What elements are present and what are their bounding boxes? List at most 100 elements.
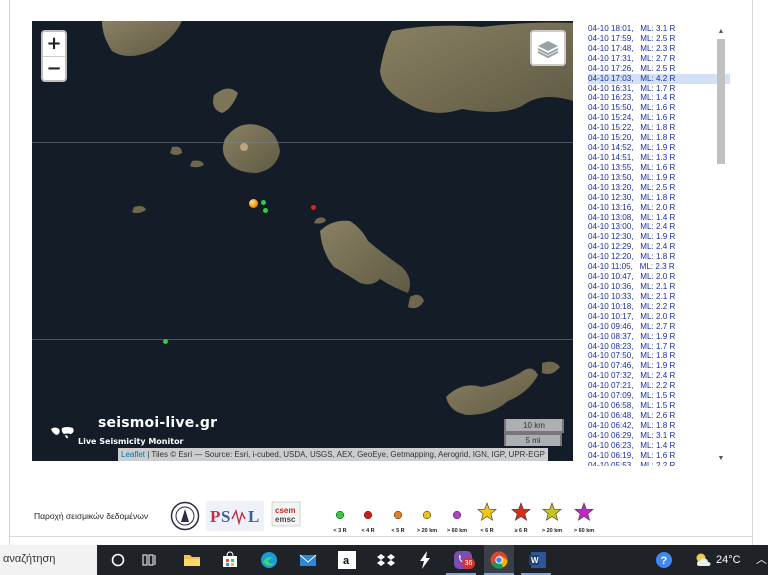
earthquake-marker-red[interactable] xyxy=(311,205,316,210)
zoom-out-button[interactable]: − xyxy=(43,56,65,80)
earthquake-list-item[interactable]: 04-10 11:05, ML: 2.3 R xyxy=(588,262,730,272)
earthquake-list-item[interactable]: 04-10 06:58, ML: 1.5 R xyxy=(588,401,730,411)
earthquake-list-item[interactable]: 04-10 07:46, ML: 1.9 R xyxy=(588,361,730,371)
mail-icon[interactable] xyxy=(298,550,318,570)
earthquake-list-item[interactable]: 04-10 15:20, ML: 1.8 R xyxy=(588,133,730,143)
cortana-icon[interactable] xyxy=(108,550,128,570)
earthquake-list-item[interactable]: 04-10 06:48, ML: 2.6 R xyxy=(588,411,730,421)
earthquake-list-item[interactable]: 04-10 08:37, ML: 1.9 R xyxy=(588,332,730,342)
dot-marker-icon xyxy=(452,510,462,520)
earthquake-list-item[interactable]: 04-10 06:23, ML: 1.4 R xyxy=(588,441,730,451)
chrome-icon[interactable] xyxy=(489,550,509,570)
earthquake-list-item[interactable]: 04-10 13:08, ML: 1.4 R xyxy=(588,213,730,223)
system-tray-chevron-icon[interactable]: ︿ xyxy=(756,551,767,567)
earthquake-list-item[interactable]: 04-10 10:47, ML: 2.0 R xyxy=(588,272,730,282)
earthquake-list-item[interactable]: 04-10 10:18, ML: 2.2 R xyxy=(588,302,730,312)
earthquake-list-item[interactable]: 04-10 15:50, ML: 1.6 R xyxy=(588,103,730,113)
earthquake-list-item[interactable]: 04-10 16:23, ML: 1.4 R xyxy=(588,93,730,103)
noa-logo[interactable] xyxy=(170,501,200,531)
legend-label: < 3 R xyxy=(333,528,347,534)
legend-item: < 4 R xyxy=(354,502,382,534)
earthquake-list-item[interactable]: 04-10 08:23, ML: 1.7 R xyxy=(588,342,730,352)
scroll-thumb[interactable] xyxy=(717,39,725,164)
psl-logo[interactable]: P S L xyxy=(206,501,264,531)
star-marker-icon xyxy=(542,502,562,521)
taskbar-search-box[interactable]: αναζήτηση xyxy=(0,545,97,575)
satellite-terrain xyxy=(102,21,573,415)
earthquake-list-item[interactable]: 04-10 12:30, ML: 1.8 R xyxy=(588,193,730,203)
earthquake-list-item[interactable]: 04-10 12:30, ML: 1.9 R xyxy=(588,232,730,242)
star-marker-icon xyxy=(574,502,594,521)
psl-logo-graphic: P S L xyxy=(210,507,259,526)
earthquake-list-item[interactable]: 04-10 06:42, ML: 1.8 R xyxy=(588,421,730,431)
svg-text:S: S xyxy=(221,507,230,526)
zoom-in-button[interactable]: + xyxy=(43,32,65,56)
earthquake-list-item[interactable]: 04-10 17:31, ML: 2.7 R xyxy=(588,54,730,64)
store-icon[interactable] xyxy=(220,550,240,570)
csem-emsc-logo[interactable]: csem emsc xyxy=(271,501,301,527)
svg-text:L: L xyxy=(248,507,259,526)
earthquake-list[interactable]: 04-10 18:01, ML: 3.1 R 04-10 17:59, ML: 2… xyxy=(588,24,730,466)
earthquake-list-item[interactable]: 04-10 16:31, ML: 1.7 R xyxy=(588,84,730,94)
star-marker-icon xyxy=(511,502,531,521)
earthquake-list-item[interactable]: 04-10 12:29, ML: 2.4 R xyxy=(588,242,730,252)
earthquake-marker-green[interactable] xyxy=(163,339,168,344)
seismic-map[interactable]: + − seismoi-live.gr Live Seismicity Moni… xyxy=(32,21,573,461)
star-marker-icon xyxy=(477,502,497,521)
earthquake-list-item[interactable]: 04-10 17:48, ML: 2.3 R xyxy=(588,44,730,54)
earthquake-list-item[interactable]: 04-10 17:26, ML: 2.5 R xyxy=(588,64,730,74)
earthquake-list-item[interactable]: 04-10 06:19, ML: 1.6 R xyxy=(588,451,730,461)
brand-subtitle: Live Seismicity Monitor xyxy=(78,437,184,446)
earthquake-marker-orange[interactable] xyxy=(249,199,258,208)
task-view-icon[interactable] xyxy=(140,550,160,570)
earthquake-list-item[interactable]: 04-10 17:59, ML: 2.5 R xyxy=(588,34,730,44)
earthquake-list-item[interactable]: 04-10 18:01, ML: 3.1 R xyxy=(588,24,730,34)
legend-item: > 20 km xyxy=(413,502,441,534)
layers-button[interactable] xyxy=(530,30,566,66)
earthquake-list-item[interactable]: 04-10 09:46, ML: 2.7 R xyxy=(588,322,730,332)
earthquake-list-item[interactable]: 04-10 06:29, ML: 3.1 R xyxy=(588,431,730,441)
word-icon[interactable]: W xyxy=(528,550,548,570)
svg-text:W: W xyxy=(531,556,539,565)
scroll-up-arrow-icon[interactable]: ▲ xyxy=(717,27,725,37)
legend-label: < 4 R xyxy=(361,528,375,534)
earthquake-list-item[interactable]: 04-10 15:22, ML: 1.8 R xyxy=(588,123,730,133)
windows-taskbar: αναζήτηση a 36 W ? 24°C ︿ xyxy=(0,545,768,575)
file-explorer-icon[interactable] xyxy=(182,550,202,570)
list-scrollbar[interactable]: ▲ ▼ xyxy=(716,27,726,464)
earthquake-list-item[interactable]: 04-10 17:03, ML: 4.2 R xyxy=(588,73,730,84)
taskbar-temperature[interactable]: 24°C xyxy=(716,554,741,566)
earthquake-list-item[interactable]: 04-10 07:21, ML: 2.2 R xyxy=(588,381,730,391)
earthquake-list-item[interactable]: 04-10 12:20, ML: 1.8 R xyxy=(588,252,730,262)
map-attribution: Leaflet | Tiles © Esri — Source: Esri, i… xyxy=(118,448,548,461)
earthquake-list-item[interactable]: 04-10 14:51, ML: 1.3 R xyxy=(588,153,730,163)
earthquake-list-item[interactable]: 04-10 05:53, ML: 2.2 R xyxy=(588,461,730,466)
bolt-icon[interactable] xyxy=(415,550,435,570)
earthquake-list-item[interactable]: 04-10 10:17, ML: 2.0 R xyxy=(588,312,730,322)
viber-badge: 36 xyxy=(462,558,475,569)
earthquake-list-item[interactable]: 04-10 13:50, ML: 1.9 R xyxy=(588,173,730,183)
dot-marker-icon xyxy=(393,510,403,520)
earthquake-list-item[interactable]: 04-10 13:55, ML: 1.6 R xyxy=(588,163,730,173)
earthquake-list-item[interactable]: 04-10 13:00, ML: 2.4 R xyxy=(588,222,730,232)
weather-icon[interactable] xyxy=(693,550,713,570)
edge-icon[interactable] xyxy=(259,550,279,570)
earthquake-list-item[interactable]: 04-10 15:24, ML: 1.6 R xyxy=(588,113,730,123)
earthquake-list-item[interactable]: 04-10 07:09, ML: 1.5 R xyxy=(588,391,730,401)
earthquake-list-item[interactable]: 04-10 13:20, ML: 2.5 R xyxy=(588,183,730,193)
dropbox-icon[interactable] xyxy=(376,550,396,570)
earthquake-list-item[interactable]: 04-10 14:52, ML: 1.9 R xyxy=(588,143,730,153)
earthquake-list-item[interactable]: 04-10 10:33, ML: 2.1 R xyxy=(588,292,730,302)
earthquake-list-item[interactable]: 04-10 07:50, ML: 1.8 R xyxy=(588,351,730,361)
help-icon[interactable]: ? xyxy=(654,550,674,570)
earthquake-list-item[interactable]: 04-10 10:36, ML: 2.1 R xyxy=(588,282,730,292)
earthquake-list-item[interactable]: 04-10 13:16, ML: 2.0 R xyxy=(588,203,730,213)
scroll-down-arrow-icon[interactable]: ▼ xyxy=(717,454,725,464)
scale-imperial: 5 mi xyxy=(504,433,562,446)
earthquake-list-item[interactable]: 04-10 07:32, ML: 2.4 R xyxy=(588,371,730,381)
amazon-icon[interactable]: a xyxy=(337,550,357,570)
earthquake-marker-green[interactable] xyxy=(263,208,268,213)
earthquake-marker-green[interactable] xyxy=(261,200,266,205)
dot-marker-icon xyxy=(363,510,373,520)
leaflet-link[interactable]: Leaflet xyxy=(121,450,145,459)
